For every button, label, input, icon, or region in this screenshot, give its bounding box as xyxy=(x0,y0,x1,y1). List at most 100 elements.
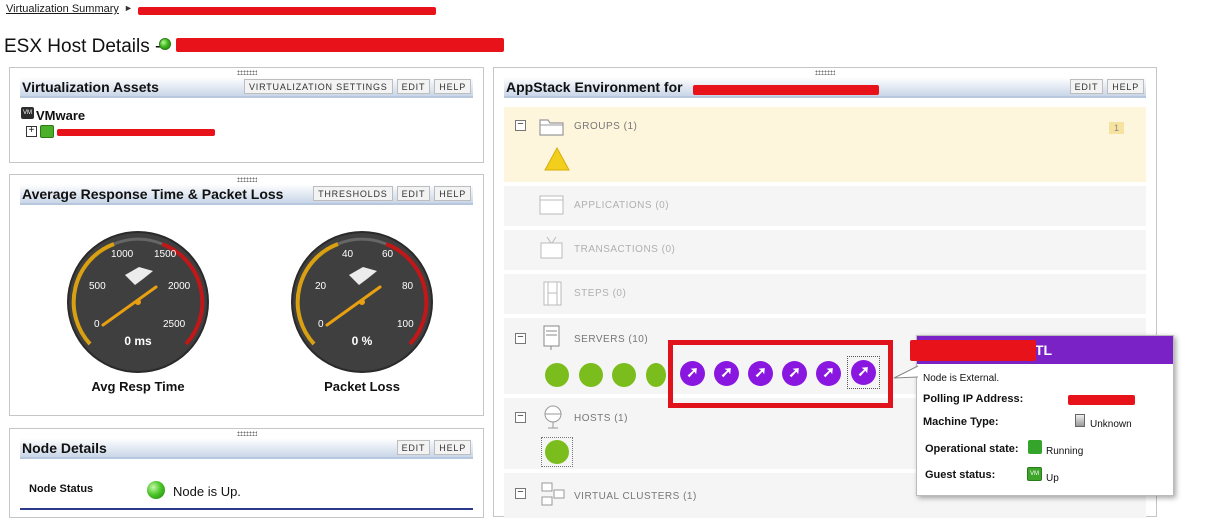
vmware-logo-icon: VM xyxy=(21,107,34,119)
collapse-icon[interactable]: − xyxy=(515,332,526,344)
gauge-tick-label: 40 xyxy=(342,249,354,260)
edit-button[interactable]: EDIT xyxy=(396,79,431,94)
gauge-tick-label: 2000 xyxy=(168,281,191,292)
divider xyxy=(20,508,473,510)
panel-title: Average Response Time & Packet Loss xyxy=(22,186,284,202)
gauge-tick-label: 0 xyxy=(94,319,100,330)
application-window-icon xyxy=(539,195,564,215)
applications-label[interactable]: APPLICATIONS (0) xyxy=(574,200,669,211)
guest-vm-icon: VM xyxy=(1027,467,1042,481)
virtualization-assets-panel: Virtualization Assets VIRTUALIZATION SET… xyxy=(9,67,484,163)
tooltip-external-note: Node is External. xyxy=(923,373,1000,384)
gauge-tick-label: 60 xyxy=(382,249,394,260)
tooltip-pointer xyxy=(893,365,919,379)
node-up-icon xyxy=(147,481,165,499)
operational-state-label: Operational state: xyxy=(925,443,1019,455)
gauge-tick-label: 1000 xyxy=(111,249,134,260)
servers-label[interactable]: SERVERS (10) xyxy=(574,334,648,345)
redacted-breadcrumb xyxy=(138,7,436,15)
gauge-label-avg-resp-time: Avg Resp Time xyxy=(91,379,185,394)
panel-title: Node Details xyxy=(22,440,107,456)
gauge-tick-label: 500 xyxy=(89,281,106,292)
virtualization-settings-button[interactable]: VIRTUALIZATION SETTINGS xyxy=(243,79,393,94)
packet-loss-gauge: 0 20 40 60 80 100 0 % xyxy=(291,231,433,373)
thresholds-button[interactable]: THRESHOLDS xyxy=(313,186,393,201)
polling-ip-label: Polling IP Address: xyxy=(923,393,1024,405)
collapse-icon[interactable]: − xyxy=(515,411,526,423)
tooltip-title-suffix: TL xyxy=(1035,342,1053,358)
help-button[interactable]: HELP xyxy=(434,440,471,455)
virtual-clusters-label[interactable]: VIRTUAL CLUSTERS (1) xyxy=(574,491,697,502)
redacted-tooltip-title xyxy=(910,340,1036,361)
selected-external-node-frame[interactable]: ➚ xyxy=(847,356,880,389)
collapse-icon[interactable]: − xyxy=(515,487,526,499)
host-status-icon xyxy=(159,38,171,50)
esx-host-icon xyxy=(40,125,54,138)
expand-icon[interactable]: + xyxy=(26,126,37,137)
operational-state-value: Running xyxy=(1046,446,1084,457)
redacted-node-name xyxy=(693,85,879,95)
gauge-tick-label: 20 xyxy=(315,281,327,292)
drag-handle[interactable] xyxy=(236,431,257,436)
response-time-panel: Average Response Time & Packet Loss THRE… xyxy=(9,174,484,416)
external-node-arrow-icon[interactable]: ➚ xyxy=(680,361,705,386)
server-node-up[interactable] xyxy=(646,363,666,387)
help-button[interactable]: HELP xyxy=(1107,79,1144,94)
gauge-readout: 0 ms xyxy=(124,334,152,348)
panel-header: Node Details EDIT HELP xyxy=(20,438,473,459)
panel-title: AppStack Environment for xyxy=(506,79,683,95)
node-status-label: Node Status xyxy=(29,483,94,495)
film-strip-icon xyxy=(543,281,562,306)
transactions-label[interactable]: TRANSACTIONS (0) xyxy=(574,244,675,255)
redacted-host-link[interactable] xyxy=(57,129,215,136)
panel-header: Average Response Time & Packet Loss THRE… xyxy=(20,184,473,205)
edit-button[interactable]: EDIT xyxy=(1069,79,1104,94)
steps-row: STEPS (0) xyxy=(504,274,1146,314)
selected-host-frame[interactable] xyxy=(541,437,573,467)
external-node-arrow-icon[interactable]: ➚ xyxy=(748,361,773,386)
page-title: ESX Host Details - xyxy=(4,36,162,57)
edit-button[interactable]: EDIT xyxy=(396,440,431,455)
node-status-value: Node is Up. xyxy=(173,484,241,499)
tree-root-vmware[interactable]: VMware xyxy=(36,108,85,123)
steps-label[interactable]: STEPS (0) xyxy=(574,288,626,299)
breadcrumb-link-virtualization-summary[interactable]: Virtualization Summary xyxy=(6,3,119,15)
external-node-arrow-icon[interactable]: ➚ xyxy=(782,361,807,386)
drag-handle[interactable] xyxy=(236,70,257,75)
folder-icon xyxy=(539,119,564,136)
help-button[interactable]: HELP xyxy=(434,79,471,94)
external-node-arrow-icon[interactable]: ➚ xyxy=(851,360,876,385)
help-button[interactable]: HELP xyxy=(434,186,471,201)
drag-handle[interactable] xyxy=(236,177,257,182)
gauge-tick-label: 80 xyxy=(402,281,414,292)
gauge-tick-label: 100 xyxy=(397,319,414,330)
applications-row: APPLICATIONS (0) xyxy=(504,186,1146,226)
redacted-host-name xyxy=(176,38,504,52)
gauge-tick-label: 1500 xyxy=(154,249,177,260)
machine-type-value: Unknown xyxy=(1090,419,1132,430)
server-node-up[interactable] xyxy=(612,363,636,387)
globe-stand-icon xyxy=(544,405,562,429)
guest-status-value: Up xyxy=(1046,473,1059,484)
groups-label[interactable]: GROUPS (1) xyxy=(574,121,637,132)
groups-row: − GROUPS (1) 1 xyxy=(504,107,1146,182)
gauge-readout: 0 % xyxy=(352,334,373,348)
hosts-label[interactable]: HOSTS (1) xyxy=(574,413,628,424)
node-details-panel: Node Details EDIT HELP Node Status Node … xyxy=(9,428,484,518)
panel-title: Virtualization Assets xyxy=(22,79,159,95)
avg-response-time-gauge: 0 500 1000 1500 2000 2500 0 ms xyxy=(67,231,209,373)
guest-status-label: Guest status: xyxy=(925,469,996,481)
machine-unknown-icon xyxy=(1075,414,1085,427)
warning-triangle-icon[interactable] xyxy=(544,147,570,171)
host-node-up[interactable] xyxy=(545,440,569,464)
server-icon xyxy=(543,325,560,350)
edit-button[interactable]: EDIT xyxy=(396,186,431,201)
external-node-arrow-icon[interactable]: ➚ xyxy=(816,361,841,386)
cluster-icon xyxy=(541,482,565,506)
collapse-icon[interactable]: − xyxy=(515,119,526,131)
drag-handle[interactable] xyxy=(815,70,835,75)
external-node-arrow-icon[interactable]: ➚ xyxy=(714,361,739,386)
transactions-row: TRANSACTIONS (0) xyxy=(504,230,1146,270)
server-node-up[interactable] xyxy=(545,363,569,387)
server-node-up[interactable] xyxy=(579,363,603,387)
